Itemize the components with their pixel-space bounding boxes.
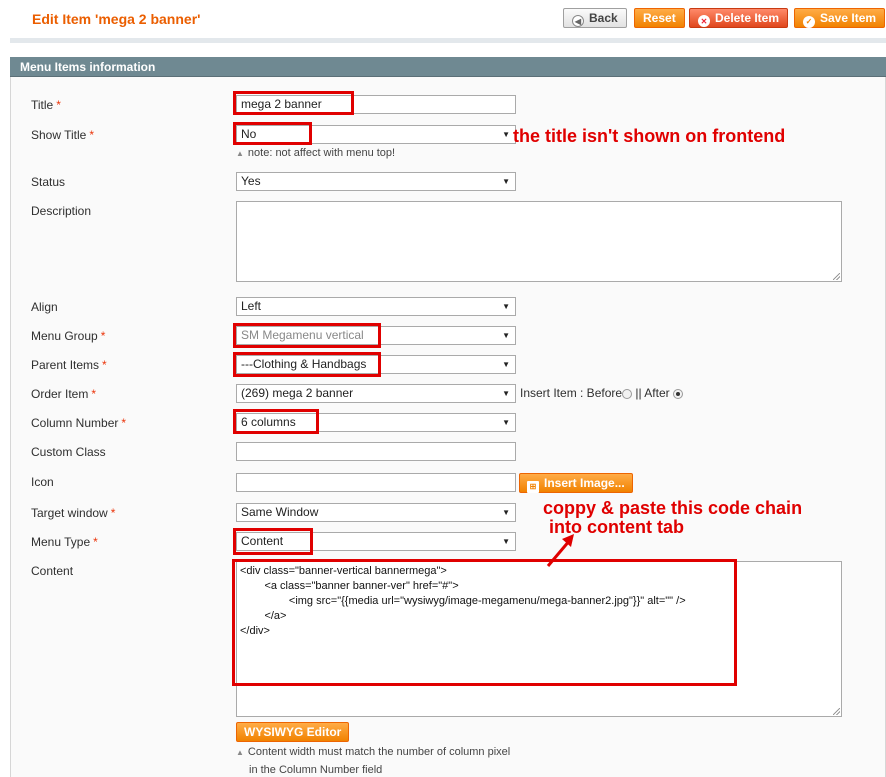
chevron-down-icon: ▼: [502, 331, 510, 340]
insert-order-options: Insert Item : Before || After: [520, 386, 683, 400]
icon-label: Icon: [31, 475, 54, 489]
target-window-select[interactable]: Same Window ▼: [236, 503, 516, 522]
custom-class-input[interactable]: [236, 442, 516, 461]
image-icon: ⊞: [527, 481, 539, 493]
content-note-line1: ▲ Content width must match the number of …: [236, 746, 511, 758]
content-label: Content: [31, 564, 74, 578]
chevron-down-icon: ▼: [502, 508, 510, 517]
description-textarea[interactable]: [236, 201, 842, 282]
insert-image-button[interactable]: ⊞ Insert Image...: [519, 473, 633, 493]
page-title: Edit Item 'mega 2 banner': [32, 11, 201, 27]
delete-icon: ✕: [698, 15, 710, 27]
chevron-down-icon: ▼: [502, 537, 510, 546]
before-radio[interactable]: [622, 389, 633, 399]
after-radio[interactable]: [672, 389, 683, 399]
reset-button[interactable]: Reset: [634, 8, 685, 28]
show-title-label: Show Title *: [31, 128, 95, 142]
target-window-label: Target window *: [31, 506, 116, 520]
triangle-icon: ▲: [236, 748, 244, 757]
back-button-label: Back: [589, 11, 618, 25]
align-select[interactable]: Left ▼: [236, 297, 516, 316]
section-header: Menu Items information: [10, 57, 886, 77]
align-label: Align: [31, 300, 58, 314]
order-item-select[interactable]: (269) mega 2 banner ▼: [236, 384, 516, 403]
title-label: Title *: [31, 98, 61, 112]
custom-class-label: Custom Class: [31, 445, 106, 459]
menu-type-select[interactable]: Content ▼: [236, 532, 516, 551]
menu-group-label: Menu Group *: [31, 329, 106, 343]
delete-button-label: Delete Item: [715, 11, 780, 25]
parent-items-select[interactable]: ---Clothing & Handbags ▼: [236, 355, 516, 374]
menu-type-label: Menu Type *: [31, 535, 98, 549]
title-input[interactable]: mega 2 banner: [236, 95, 516, 114]
back-button[interactable]: ◀ Back: [563, 8, 627, 28]
chevron-down-icon: ▼: [502, 418, 510, 427]
back-arrow-icon: ◀: [572, 15, 584, 27]
triangle-icon: ▲: [236, 149, 244, 158]
resize-grip-icon[interactable]: [833, 708, 840, 715]
chevron-down-icon: ▼: [502, 360, 510, 369]
header-divider: [10, 38, 886, 43]
column-number-label: Column Number *: [31, 416, 127, 430]
status-select[interactable]: Yes ▼: [236, 172, 516, 191]
order-item-label: Order Item *: [31, 387, 97, 401]
show-title-note: ▲ note: not affect with menu top!: [236, 147, 396, 159]
annotation-title-note: the title isn't shown on frontend: [513, 126, 786, 146]
chevron-down-icon: ▼: [502, 130, 510, 139]
icon-input[interactable]: [236, 473, 516, 492]
wysiwyg-editor-button[interactable]: WYSIWYG Editor: [236, 722, 350, 742]
annotation-arrow-icon: [546, 534, 574, 567]
annotation-copy-line1: coppy & paste this code chain: [543, 498, 803, 518]
content-code: <div class="banner-vertical bannermega">…: [240, 565, 686, 637]
show-title-select[interactable]: No ▼: [236, 125, 516, 144]
resize-grip-icon[interactable]: [833, 273, 840, 280]
status-label: Status: [31, 175, 66, 189]
chevron-down-icon: ▼: [502, 389, 510, 398]
parent-items-label: Parent Items *: [31, 358, 107, 372]
save-item-button[interactable]: ✓ Save Item: [794, 8, 886, 28]
chevron-down-icon: ▼: [502, 177, 510, 186]
delete-item-button[interactable]: ✕ Delete Item: [689, 8, 789, 28]
content-note-line2: in the Column Number field: [249, 764, 383, 776]
chevron-down-icon: ▼: [502, 302, 510, 311]
description-label: Description: [31, 204, 92, 218]
reset-button-label: Reset: [643, 11, 676, 25]
save-button-label: Save Item: [820, 11, 877, 25]
column-number-select[interactable]: 6 columns ▼: [236, 413, 516, 432]
save-check-icon: ✓: [803, 16, 815, 28]
menu-group-select[interactable]: SM Megamenu vertical ▼: [236, 326, 516, 345]
